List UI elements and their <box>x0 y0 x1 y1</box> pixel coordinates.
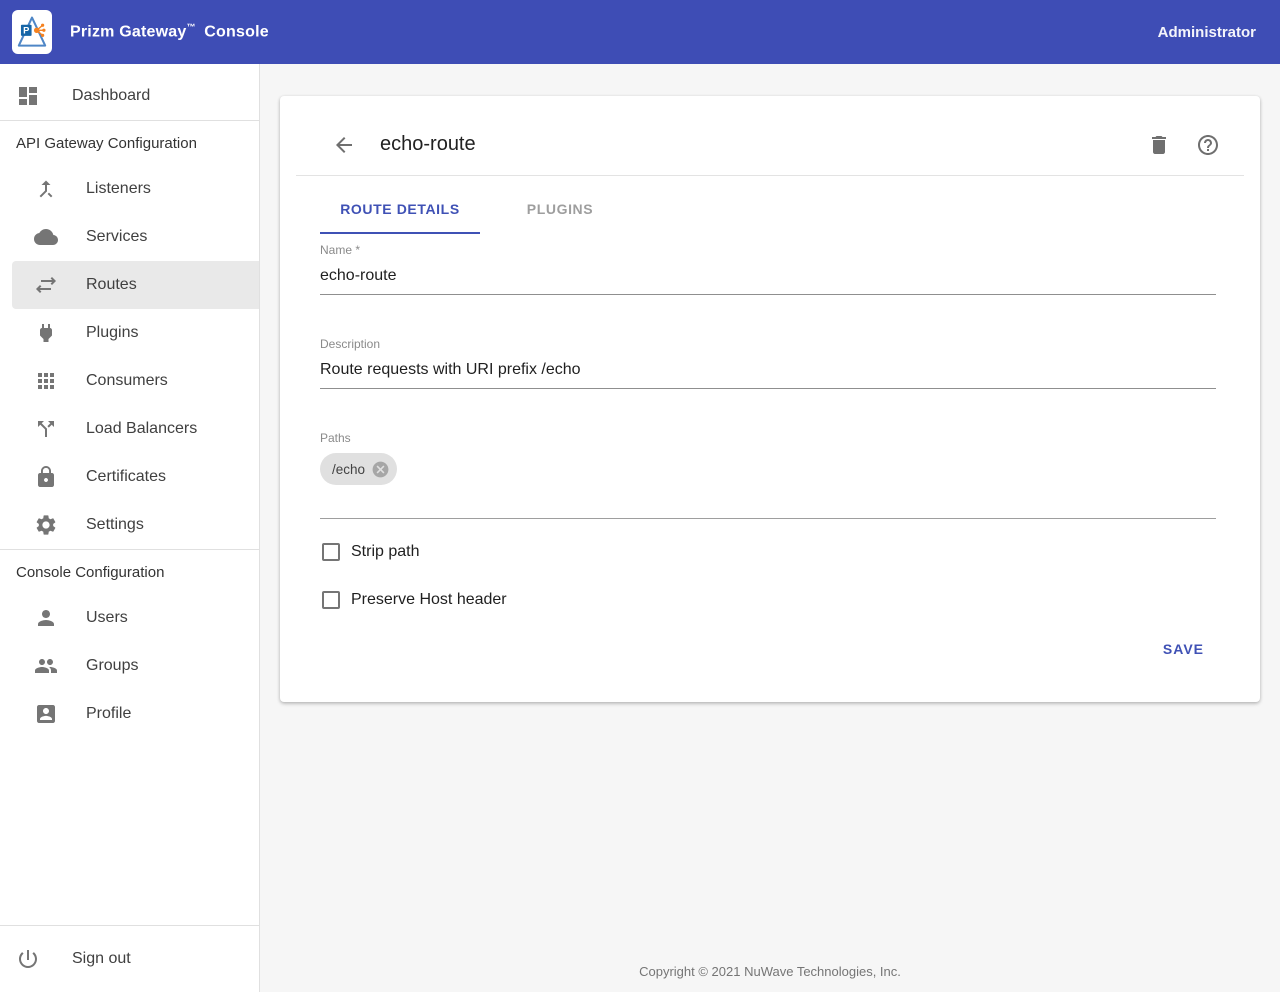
preserve-host-row[interactable]: Preserve Host header <box>320 591 1220 609</box>
trash-icon <box>1147 133 1171 157</box>
topbar: P Prizm Gateway™ Console Administrator <box>0 0 1280 64</box>
dashboard-icon <box>16 84 40 108</box>
gear-icon <box>34 513 58 537</box>
name-input[interactable]: echo-route <box>320 264 1216 295</box>
tab-plugins[interactable]: PLUGINS <box>480 186 640 234</box>
name-field-label: Name * <box>320 242 1216 258</box>
sidebar-item-dashboard[interactable]: Dashboard <box>0 72 259 120</box>
lock-icon <box>34 465 58 489</box>
paths-chip-row: /echo <box>320 453 1216 485</box>
power-plug-icon <box>34 321 58 345</box>
sidebar-item-routes[interactable]: Routes <box>12 261 259 309</box>
app-root: P Prizm Gateway™ Console Administrator <box>0 0 1280 992</box>
description-input[interactable]: Route requests with URI prefix /echo <box>320 358 1216 389</box>
app-shell: Dashboard API Gateway Configuration List… <box>0 64 1280 992</box>
sidebar-item-label: Consumers <box>86 372 168 390</box>
user-menu-administrator[interactable]: Administrator <box>1158 24 1256 41</box>
app-title-main: Prizm Gateway <box>70 24 186 41</box>
prizm-logo: P <box>12 10 52 54</box>
sidebar-item-label: Listeners <box>86 180 151 198</box>
merge-type-icon <box>34 177 58 201</box>
people-icon <box>34 654 58 678</box>
sidebar-item-groups[interactable]: Groups <box>0 642 259 690</box>
preserve-host-label: Preserve Host header <box>351 591 507 609</box>
power-icon <box>16 947 40 971</box>
sidebar-item-label: Certificates <box>86 468 166 486</box>
sidebar-item-users[interactable]: Users <box>0 594 259 642</box>
sidebar-item-label: Services <box>86 228 147 246</box>
app-title-suffix: Console <box>204 24 269 41</box>
cancel-icon <box>371 460 390 479</box>
trademark-symbol: ™ <box>186 22 195 32</box>
prizm-logo-icon: P <box>15 13 49 51</box>
section-header-console-config: Console Configuration <box>0 550 259 594</box>
app-title: Prizm Gateway™ Console <box>70 22 269 41</box>
sidebar-item-profile[interactable]: Profile <box>0 690 259 738</box>
tab-route-details[interactable]: ROUTE DETAILS <box>320 186 480 234</box>
section-header-api-gateway: API Gateway Configuration <box>0 121 259 165</box>
remove-path-button[interactable] <box>371 460 390 479</box>
arrow-back-icon <box>332 133 356 157</box>
sidebar-item-listeners[interactable]: Listeners <box>0 165 259 213</box>
sidebar-item-sign-out[interactable]: Sign out <box>0 935 259 983</box>
strip-path-checkbox[interactable] <box>322 543 340 561</box>
tab-label: ROUTE DETAILS <box>340 201 460 217</box>
sidebar-item-settings[interactable]: Settings <box>0 501 259 549</box>
form-actions: SAVE <box>320 631 1220 667</box>
sidebar-item-plugins[interactable]: Plugins <box>0 309 259 357</box>
preserve-host-checkbox[interactable] <box>322 591 340 609</box>
copyright-footer: Copyright © 2021 NuWave Technologies, In… <box>260 964 1280 979</box>
path-chip: /echo <box>320 453 397 485</box>
route-detail-card: echo-route ROUTE DETAILS PLUGINS <box>280 96 1260 702</box>
name-field-group: Name * echo-route <box>320 242 1216 295</box>
card-header: echo-route <box>280 96 1260 175</box>
person-icon <box>34 606 58 630</box>
sidebar-item-label: Routes <box>86 276 137 294</box>
page-title: echo-route <box>380 133 476 156</box>
sidebar-spacer <box>0 738 259 925</box>
sidebar-item-label: Sign out <box>72 950 131 968</box>
description-field-group: Description Route requests with URI pref… <box>320 336 1216 389</box>
sidebar-item-label: Settings <box>86 516 144 534</box>
strip-path-row[interactable]: Strip path <box>320 543 1220 561</box>
sidebar-item-label: Dashboard <box>72 87 150 105</box>
sidebar: Dashboard API Gateway Configuration List… <box>0 64 260 992</box>
svg-text:P: P <box>23 26 29 36</box>
tab-label: PLUGINS <box>527 201 593 217</box>
help-icon <box>1196 133 1220 157</box>
call-split-icon <box>34 417 58 441</box>
sidebar-item-label: Plugins <box>86 324 138 342</box>
sign-out-section: Sign out <box>0 926 259 992</box>
swap-arrows-icon <box>34 273 58 297</box>
description-field-label: Description <box>320 336 1216 352</box>
sidebar-item-label: Groups <box>86 657 138 675</box>
sidebar-item-consumers[interactable]: Consumers <box>0 357 259 405</box>
sidebar-item-load-balancers[interactable]: Load Balancers <box>0 405 259 453</box>
main-content: echo-route ROUTE DETAILS PLUGINS <box>260 64 1280 992</box>
sidebar-item-services[interactable]: Services <box>0 213 259 261</box>
back-button[interactable] <box>332 133 356 157</box>
sidebar-item-label: Profile <box>86 705 131 723</box>
tab-bar: ROUTE DETAILS PLUGINS <box>280 176 1260 234</box>
apps-grid-icon <box>34 369 58 393</box>
save-button[interactable]: SAVE <box>1147 631 1220 667</box>
path-chip-label: /echo <box>332 462 365 477</box>
account-box-icon <box>34 702 58 726</box>
paths-field-group[interactable]: Paths /echo <box>320 430 1216 519</box>
sidebar-item-label: Load Balancers <box>86 420 197 438</box>
delete-route-button[interactable] <box>1147 133 1171 157</box>
sidebar-item-label: Users <box>86 609 128 627</box>
route-details-form: Name * echo-route Description Route requ… <box>280 242 1260 667</box>
sidebar-item-certificates[interactable]: Certificates <box>0 453 259 501</box>
cloud-icon <box>34 225 58 249</box>
strip-path-label: Strip path <box>351 543 419 561</box>
paths-field-label: Paths <box>320 430 1216 446</box>
help-button[interactable] <box>1196 133 1220 157</box>
